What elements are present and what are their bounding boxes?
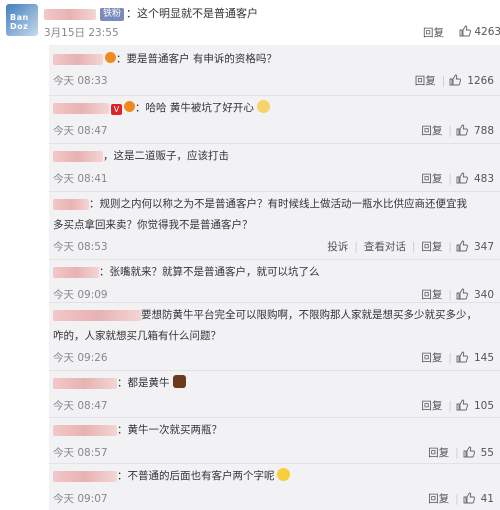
reply-time: 今天 08:33 bbox=[53, 75, 108, 87]
smile-emoji-icon bbox=[276, 468, 290, 481]
reply-item: ：要是普通客户 有申诉的资格吗？ 今天 08:33 回复 | 1266 bbox=[49, 45, 500, 92]
view-conversation-button[interactable]: 查看对话 bbox=[364, 241, 406, 253]
vip-badge-icon: V bbox=[111, 104, 122, 115]
thumbs-up-icon[interactable] bbox=[449, 74, 462, 86]
like-button[interactable]: 4263 bbox=[455, 25, 500, 38]
reply-text: ：不普通的后面也有客户两个字呢 bbox=[117, 470, 275, 482]
username-blurred[interactable] bbox=[53, 53, 103, 65]
reply-text-line1: 要想防黄牛平台完全可以限购啊，不限购那人家就是想买多少就买多少， bbox=[141, 309, 477, 321]
thumbs-up-icon[interactable] bbox=[456, 288, 468, 300]
replies-panel: ：要是普通客户 有申诉的资格吗？ 今天 08:33 回复 | 1266 V ：哈哈 黄… bbox=[49, 45, 500, 510]
fire-fan-icon bbox=[105, 52, 116, 63]
main-comment-text: ：这个明显就不是普通客户 bbox=[126, 7, 259, 20]
reply-text: ：都是黄牛 bbox=[117, 377, 170, 389]
divider: | bbox=[448, 352, 452, 364]
report-button[interactable]: 投诉 bbox=[327, 241, 348, 253]
reply-button[interactable]: 回复 bbox=[421, 289, 442, 301]
divider: | bbox=[448, 125, 452, 137]
fan-badge: 铁粉 bbox=[100, 7, 125, 21]
cat-emoji-icon bbox=[256, 100, 270, 113]
thumbs-up-icon[interactable] bbox=[456, 240, 468, 252]
reply-button[interactable]: 回复 bbox=[423, 25, 444, 40]
thumbs-up-icon[interactable] bbox=[456, 399, 468, 411]
bull-emoji-icon bbox=[172, 375, 186, 388]
reply-button[interactable]: 回复 bbox=[415, 75, 436, 87]
divider: | bbox=[455, 493, 459, 505]
thumbs-up-icon bbox=[459, 25, 471, 37]
reply-item: ：规则之内何以称之为不是普通客户？有时候线上做活动一瓶水比供应商还便宜我多买点拿… bbox=[49, 191, 500, 261]
thumbs-up-icon[interactable] bbox=[456, 124, 468, 136]
fire-fan-icon bbox=[124, 101, 135, 112]
divider: | bbox=[455, 447, 459, 459]
username-blurred[interactable] bbox=[53, 377, 117, 389]
avatar-label: Ban Doz bbox=[10, 13, 29, 31]
divider: | bbox=[411, 241, 416, 253]
reply-item: ：张嘴就来？就算不是普通客户，就可以坑了么 今天 09:09 回复 | 340 bbox=[49, 259, 500, 306]
like-count: 4263 bbox=[474, 26, 500, 38]
reply-button[interactable]: 回复 bbox=[428, 447, 449, 459]
like-count: 145 bbox=[473, 352, 494, 364]
main-comment-line: 铁粉 ：这个明显就不是普通客户 bbox=[44, 5, 258, 21]
like-count: 1266 bbox=[467, 75, 494, 87]
reply-text: ：黄牛一次就买两瓶？ bbox=[117, 424, 222, 436]
reply-item: ：都是黄牛 今天 08:47 回复 | 105 bbox=[49, 370, 500, 417]
main-comment-date: 3月15日 23:55 bbox=[44, 27, 119, 39]
reply-button[interactable]: 回复 bbox=[421, 400, 442, 412]
reply-time: 今天 08:47 bbox=[53, 400, 108, 412]
reply-time: 今天 08:41 bbox=[53, 173, 108, 185]
reply-button[interactable]: 回复 bbox=[421, 241, 442, 253]
username-blurred[interactable] bbox=[44, 8, 96, 20]
like-count: 41 bbox=[480, 493, 494, 505]
divider: | bbox=[448, 173, 452, 185]
username-blurred[interactable] bbox=[53, 309, 141, 321]
reply-text: ：要是普通客户 有申诉的资格吗？ bbox=[116, 53, 277, 65]
username-blurred[interactable] bbox=[53, 150, 103, 162]
thumbs-up-icon[interactable] bbox=[456, 172, 468, 184]
reply-text: ：张嘴就来？就算不是普通客户，就可以坑了么 bbox=[99, 266, 320, 278]
reply-text-line2: 多买点拿回来卖？你觉得我不是普通客户？ bbox=[53, 219, 253, 231]
like-count: 105 bbox=[473, 400, 494, 412]
reply-text-line1: ：规则之内何以称之为不是普通客户？有时候线上做活动一瓶水比供应商还便宜我 bbox=[89, 198, 467, 210]
reply-item: ，这是二道贩子，应该打击 今天 08:41 回复 | 483 bbox=[49, 143, 500, 190]
reply-text-line2: 咋的，人家就想买几箱有什么问题？ bbox=[53, 330, 221, 342]
reply-time: 今天 08:53 bbox=[53, 241, 108, 253]
reply-time: 今天 09:09 bbox=[53, 289, 108, 301]
reply-item: V ：哈哈 黄牛被坑了好开心 今天 08:47 回复 | 788 bbox=[49, 95, 500, 142]
reply-time: 今天 08:47 bbox=[53, 125, 108, 137]
reply-text: ，这是二道贩子，应该打击 bbox=[103, 150, 229, 162]
reply-time: 今天 09:26 bbox=[53, 352, 108, 364]
username-blurred[interactable] bbox=[53, 102, 109, 114]
reply-time: 今天 08:57 bbox=[53, 447, 108, 459]
divider: | bbox=[448, 400, 452, 412]
like-count: 347 bbox=[473, 241, 494, 253]
username-blurred[interactable] bbox=[53, 470, 117, 482]
username-blurred[interactable] bbox=[53, 266, 99, 278]
thumbs-up-icon[interactable] bbox=[456, 351, 468, 363]
thumbs-up-icon[interactable] bbox=[463, 446, 475, 458]
divider: | bbox=[441, 75, 446, 87]
reply-item: ：不普通的后面也有客户两个字呢 今天 09:07 回复 | 41 bbox=[49, 463, 500, 510]
reply-button[interactable]: 回复 bbox=[421, 125, 442, 137]
main-comment: Ban Doz 铁粉 ：这个明显就不是普通客户 3月15日 23:55 回复 42… bbox=[0, 0, 500, 44]
like-count: 483 bbox=[473, 173, 494, 185]
divider: | bbox=[448, 289, 452, 301]
thumbs-up-icon[interactable] bbox=[463, 492, 475, 504]
reply-item: 要想防黄牛平台完全可以限购啊，不限购那人家就是想买多少就买多少， 咋的，人家就想买… bbox=[49, 302, 500, 372]
like-count: 55 bbox=[480, 447, 494, 459]
reply-item: ：黄牛一次就买两瓶？ 今天 08:57 回复 | 55 bbox=[49, 417, 500, 464]
avatar[interactable]: Ban Doz bbox=[6, 4, 38, 36]
username-blurred[interactable] bbox=[53, 424, 117, 436]
username-blurred[interactable] bbox=[53, 198, 89, 210]
divider: | bbox=[448, 241, 452, 253]
divider: | bbox=[354, 241, 358, 253]
reply-button[interactable]: 回复 bbox=[421, 352, 442, 364]
like-count: 340 bbox=[473, 289, 494, 301]
reply-button[interactable]: 回复 bbox=[421, 173, 442, 185]
reply-time: 今天 09:07 bbox=[53, 493, 108, 505]
reply-text: ：哈哈 黄牛被坑了好开心 bbox=[135, 102, 254, 114]
like-count: 788 bbox=[473, 125, 494, 137]
reply-button[interactable]: 回复 bbox=[428, 493, 449, 505]
